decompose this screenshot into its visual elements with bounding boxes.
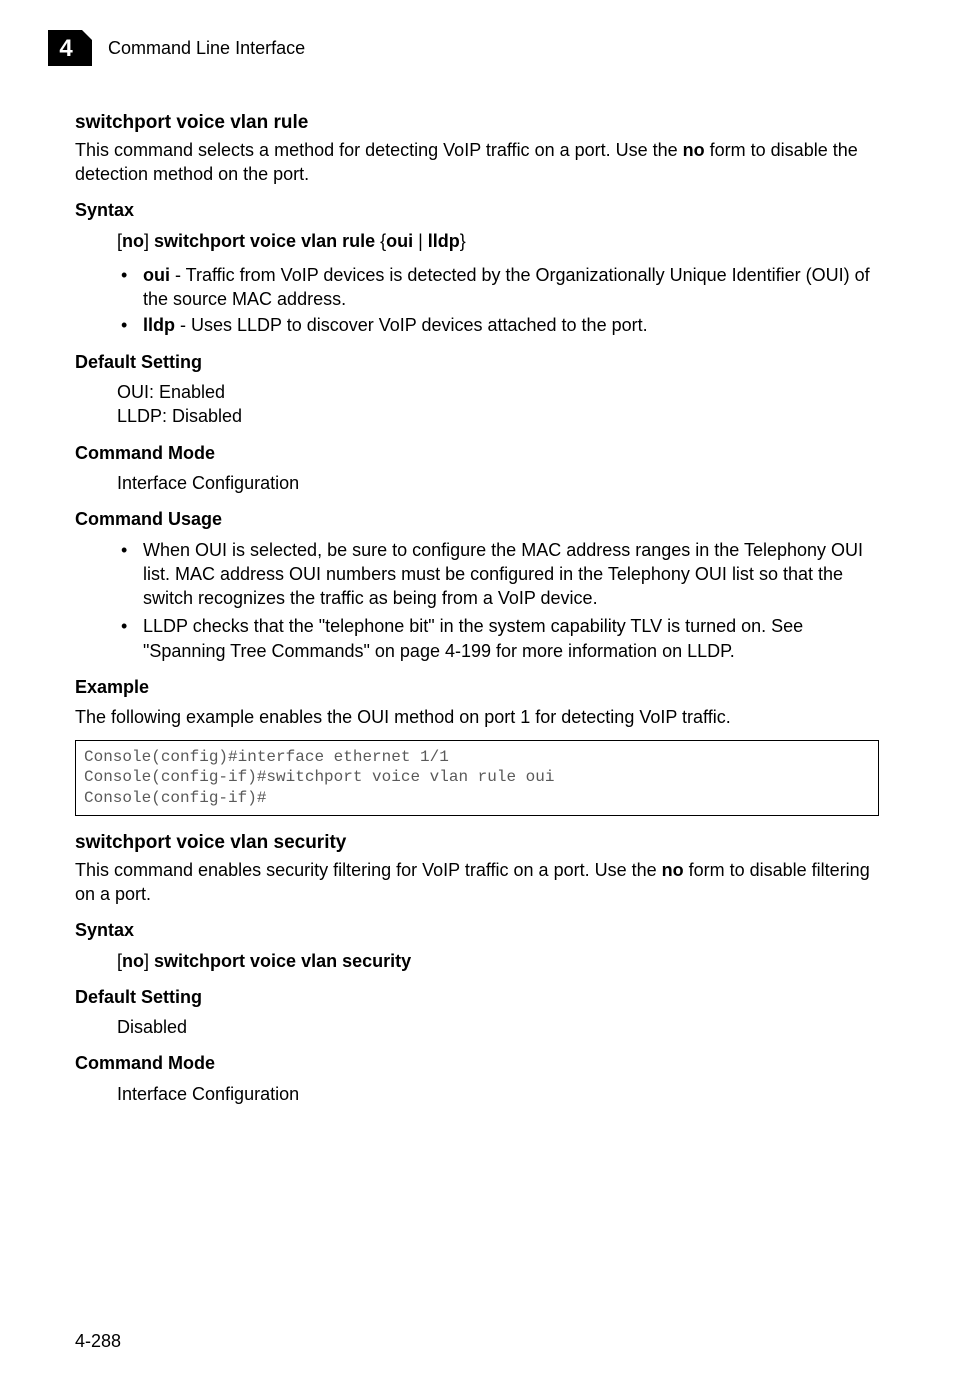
page-content: switchport voice vlan rule This command … (0, 76, 954, 1106)
example-intro: The following example enables the OUI me… (75, 705, 879, 729)
usage-bullet: LLDP checks that the "telephone bit" in … (117, 614, 879, 663)
usage-bullets: When OUI is selected, be sure to configu… (75, 538, 879, 663)
usage-heading: Command Usage (75, 507, 879, 531)
chapter-number: 4 (59, 35, 73, 62)
default-value: OUI: Enabled (75, 380, 879, 404)
default-heading: Default Setting (75, 985, 879, 1009)
header-title: Command Line Interface (108, 38, 305, 59)
chapter-tab-icon: 4 (48, 30, 92, 66)
syntax-bullet: oui - Traffic from VoIP devices is detec… (117, 263, 879, 312)
default-heading: Default Setting (75, 350, 879, 374)
syntax-heading: Syntax (75, 918, 879, 942)
mode-value: Interface Configuration (75, 1082, 879, 1106)
section-intro: This command selects a method for detect… (75, 138, 879, 187)
mode-heading: Command Mode (75, 441, 879, 465)
section-title-security: switchport voice vlan security (75, 830, 879, 856)
example-heading: Example (75, 675, 879, 699)
page-number: 4-288 (75, 1331, 121, 1352)
code-block: Console(config)#interface ethernet 1/1 C… (75, 740, 879, 816)
syntax-line: [no] switchport voice vlan security (75, 949, 879, 973)
mode-value: Interface Configuration (75, 471, 879, 495)
section-intro: This command enables security filtering … (75, 858, 879, 907)
usage-bullet: When OUI is selected, be sure to configu… (117, 538, 879, 611)
page-header: 4 Command Line Interface (0, 0, 954, 76)
default-value: Disabled (75, 1015, 879, 1039)
syntax-bullets: oui - Traffic from VoIP devices is detec… (75, 263, 879, 338)
syntax-bullet: lldp - Uses LLDP to discover VoIP device… (117, 313, 879, 337)
syntax-line: [no] switchport voice vlan rule {oui | l… (75, 229, 879, 253)
section-title-rule: switchport voice vlan rule (75, 110, 879, 136)
default-value: LLDP: Disabled (75, 404, 879, 428)
mode-heading: Command Mode (75, 1051, 879, 1075)
syntax-heading: Syntax (75, 198, 879, 222)
